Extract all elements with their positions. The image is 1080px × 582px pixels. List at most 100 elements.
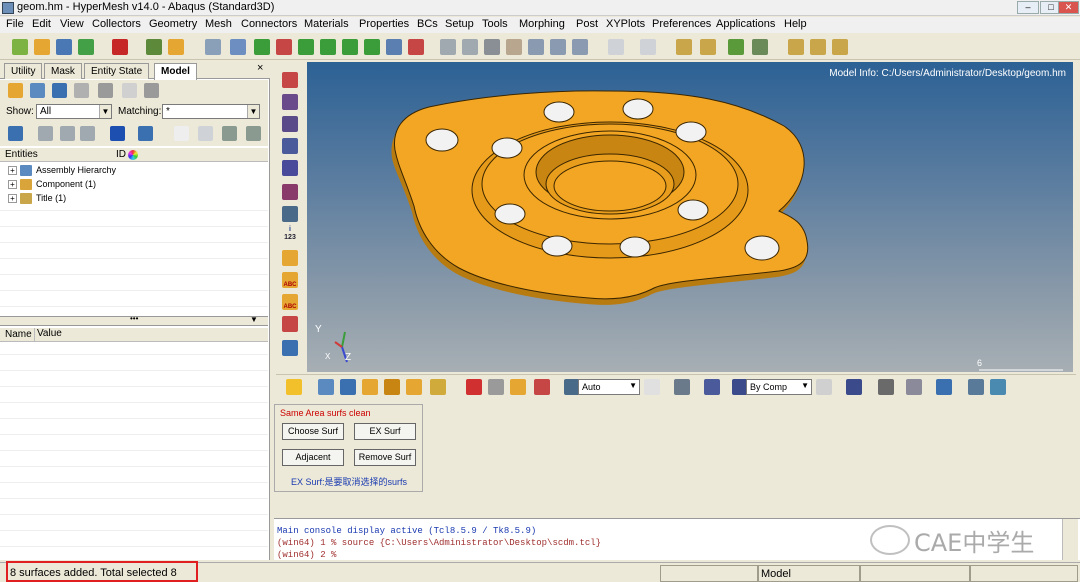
import-icon[interactable] [78, 39, 94, 55]
reverse-display-icon[interactable] [510, 379, 526, 395]
numbers-icon[interactable]: i 123 [282, 226, 298, 242]
summary-icon[interactable] [700, 39, 716, 55]
select-cursor-icon[interactable] [174, 126, 189, 141]
tab-utility[interactable]: Utility [4, 63, 43, 79]
tab-entity-state[interactable]: Entity State [84, 63, 150, 79]
by-comp-select[interactable]: By Comp ▼ [746, 379, 812, 395]
menu-xyplots[interactable]: XYPlots [606, 18, 645, 30]
shaded-icon[interactable] [110, 126, 125, 141]
plane-display-icon[interactable] [906, 379, 922, 395]
fit-zoom-icon[interactable] [440, 39, 456, 55]
panel-close-icon[interactable]: × [257, 62, 263, 74]
rotate-left-right-icon[interactable] [528, 39, 544, 55]
ex-surf-button[interactable]: EX Surf [354, 423, 416, 440]
save-model-icon[interactable] [56, 39, 72, 55]
material-view-icon[interactable] [52, 83, 67, 98]
macro-icon[interactable] [752, 39, 768, 55]
plane-icon[interactable] [282, 340, 298, 356]
sum-check-icon[interactable] [788, 39, 804, 55]
remove-surf-button[interactable]: Remove Surf [354, 449, 416, 466]
menu-geometry[interactable]: Geometry [149, 18, 197, 30]
expand-icon[interactable]: + [8, 194, 17, 204]
view-xz-front-icon[interactable] [342, 39, 358, 55]
display-mode-icon[interactable] [8, 126, 23, 141]
redo-icon[interactable] [640, 39, 656, 55]
menu-morphing[interactable]: Morphing [519, 18, 565, 30]
chevron-down-icon[interactable]: ▼ [250, 315, 258, 324]
mask-surface-icon[interactable] [282, 94, 298, 110]
adjacent-button[interactable]: Adjacent [282, 449, 344, 466]
model-browser-icon[interactable] [168, 39, 184, 55]
abc-label-icon[interactable]: ABC [282, 272, 298, 288]
menu-preferences[interactable]: Preferences [652, 18, 711, 30]
show-all-icon[interactable] [318, 379, 334, 395]
sphere-icon[interactable] [282, 184, 298, 200]
show-only-eye-icon[interactable] [246, 126, 261, 141]
isolate-icon[interactable] [198, 126, 213, 141]
minimize-button[interactable]: – [1017, 1, 1039, 14]
mask-solid-icon[interactable] [282, 116, 298, 132]
flange-part-model[interactable] [307, 62, 1073, 372]
solver-run-icon[interactable] [728, 39, 744, 55]
mask-icon[interactable] [488, 379, 504, 395]
tree-item-assembly[interactable]: + Assembly Hierarchy [8, 164, 116, 177]
delete-icon[interactable] [466, 379, 482, 395]
favorite-star-icon[interactable] [286, 379, 302, 395]
user-profile-icon[interactable] [146, 39, 162, 55]
mesh-wire-icon[interactable] [816, 379, 832, 395]
graphics-viewport[interactable]: Model Info: C:/Users/Administrator/Deskt… [307, 62, 1073, 372]
open-model-icon[interactable] [34, 39, 50, 55]
show-hide-eye-icon[interactable] [222, 126, 237, 141]
export-icon[interactable] [112, 39, 128, 55]
abc-label-2-icon[interactable]: ABC [282, 294, 298, 310]
view-xy-top-icon[interactable] [254, 39, 270, 55]
previous-view-icon[interactable] [230, 39, 246, 55]
sum-elements-icon[interactable] [832, 39, 848, 55]
view-yz-left-icon[interactable] [298, 39, 314, 55]
zoom-in-icon[interactable] [462, 39, 478, 55]
view-xy-bottom-icon[interactable] [276, 39, 292, 55]
auto-select[interactable]: Auto ▼ [578, 379, 640, 395]
spin-icon[interactable] [572, 39, 588, 55]
screen-icon[interactable] [990, 379, 1006, 395]
isolate-selected-icon[interactable] [406, 379, 422, 395]
choose-surf-button[interactable]: Choose Surf [282, 423, 344, 440]
line-style-icon[interactable] [878, 379, 894, 395]
element-shading-icon[interactable] [936, 379, 952, 395]
close-button[interactable]: ✕ [1058, 1, 1079, 14]
component-view-icon[interactable] [8, 83, 23, 98]
mask-element-icon[interactable] [282, 72, 298, 88]
tab-model[interactable]: Model [154, 63, 197, 80]
matching-input[interactable]: * ▼ [162, 104, 260, 119]
tab-mask[interactable]: Mask [44, 63, 82, 79]
sort-icon[interactable] [80, 126, 95, 141]
find-attached-icon[interactable] [430, 379, 446, 395]
tree-item-title[interactable]: + Title (1) [8, 192, 66, 205]
menu-edit[interactable]: Edit [32, 18, 51, 30]
menu-bcs[interactable]: BCs [417, 18, 438, 30]
menu-applications[interactable]: Applications [716, 18, 775, 30]
menu-setup[interactable]: Setup [445, 18, 474, 30]
reverse-icon[interactable] [282, 316, 298, 332]
menu-post[interactable]: Post [576, 18, 598, 30]
mesh-lines-icon[interactable] [282, 138, 298, 154]
zoom-icon[interactable] [205, 39, 221, 55]
console-scrollbar[interactable] [1062, 519, 1078, 560]
load-collector-view-icon[interactable] [98, 83, 113, 98]
hide-all-icon[interactable] [340, 379, 356, 395]
show-selected-icon[interactable] [362, 379, 378, 395]
sum-mass-icon[interactable] [810, 39, 826, 55]
expand-icon[interactable]: + [8, 166, 17, 176]
query-icon[interactable] [534, 379, 550, 395]
menu-file[interactable]: File [6, 18, 24, 30]
assembly-view-icon[interactable] [30, 83, 45, 98]
pan-hand-icon[interactable] [506, 39, 522, 55]
element-color-icon[interactable] [138, 126, 153, 141]
wireframe-icon[interactable] [644, 379, 660, 395]
view-xz-back-icon[interactable] [364, 39, 380, 55]
tree-item-component[interactable]: + Component (1) [8, 178, 96, 191]
menu-properties[interactable]: Properties [359, 18, 409, 30]
new-model-icon[interactable] [12, 39, 28, 55]
node-icon[interactable] [282, 206, 298, 222]
collapse-all-icon[interactable] [60, 126, 75, 141]
